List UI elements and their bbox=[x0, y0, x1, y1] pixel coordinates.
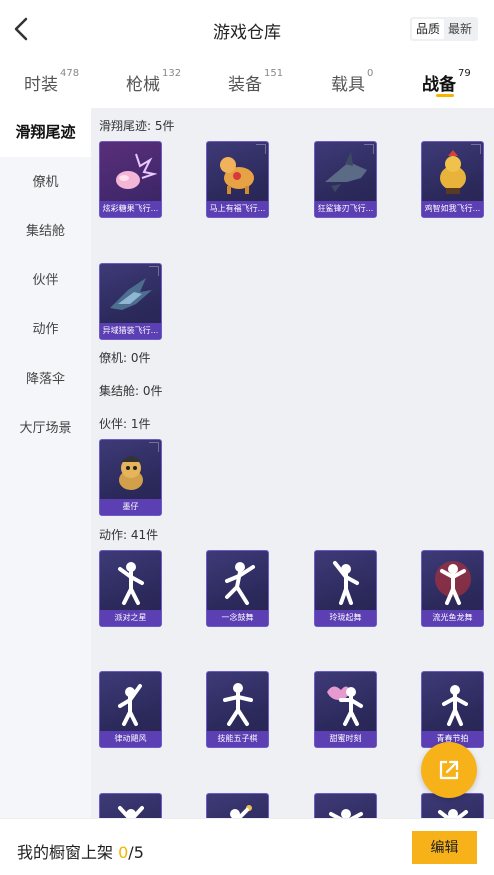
tab-label: 枪械 bbox=[126, 75, 160, 95]
item-grid: 滑翔尾迹: 5件 炫彩糖果飞行... 马上有福飞行... 狂鲨锋刃飞行... 鸡… bbox=[91, 108, 494, 818]
sidebar-item-glide-trail[interactable]: 滑翔尾迹 bbox=[0, 108, 91, 157]
dancer-icon bbox=[327, 686, 363, 726]
section-label-partner: 伙伴: 1件 bbox=[99, 417, 151, 431]
header: 游戏仓库 品质 最新 bbox=[0, 0, 494, 58]
item-caption: 律动飓风 bbox=[100, 731, 161, 747]
tab-equipment[interactable]: 装备151 bbox=[228, 68, 284, 95]
tab-label: 时装 bbox=[24, 75, 58, 95]
dancer-icon bbox=[438, 809, 468, 818]
sidebar: 滑翔尾迹 僚机 集结舱 伙伴 动作 降落伞 大厅场景 bbox=[0, 108, 91, 818]
item-card[interactable] bbox=[314, 793, 377, 818]
item-caption: 墨仔 bbox=[100, 499, 161, 515]
item-card[interactable]: 技能五子棋 bbox=[206, 671, 269, 748]
category-tabs: 时装478 枪械132 装备151 载具0 战备79 bbox=[0, 58, 494, 108]
edit-button[interactable]: 编辑 bbox=[412, 831, 477, 864]
item-card[interactable]: 一念鼓舞 bbox=[206, 550, 269, 627]
sidebar-item-parachute[interactable]: 降落伞 bbox=[0, 355, 91, 404]
tab-label: 装备 bbox=[228, 75, 262, 95]
section-label-capsule: 集结舱: 0件 bbox=[99, 384, 163, 398]
section-label-wingman: 僚机: 0件 bbox=[99, 351, 151, 365]
item-card[interactable] bbox=[206, 793, 269, 818]
item-card[interactable]: 异域猎装飞行... bbox=[99, 263, 162, 340]
tab-count: 151 bbox=[264, 68, 284, 80]
dancer-icon bbox=[118, 806, 144, 818]
sidebar-item-wingman[interactable]: 僚机 bbox=[0, 158, 91, 207]
shark-blade-icon bbox=[325, 152, 367, 192]
sidebar-item-emote[interactable]: 动作 bbox=[0, 305, 91, 354]
item-caption: 玲珑起舞 bbox=[315, 610, 376, 626]
showcase-current-count: 0 bbox=[118, 843, 129, 862]
dancer-icon bbox=[118, 684, 142, 726]
item-card[interactable]: 派对之星 bbox=[99, 550, 162, 627]
item-card[interactable]: 马上有福飞行... bbox=[206, 141, 269, 218]
showcase-total: /5 bbox=[128, 843, 144, 862]
tab-label: 载具 bbox=[331, 75, 365, 95]
active-tab-indicator bbox=[436, 94, 454, 97]
item-caption: 炫彩糖果飞行... bbox=[100, 201, 161, 217]
tab-label: 战备 bbox=[422, 75, 456, 95]
sidebar-item-partner[interactable]: 伙伴 bbox=[0, 256, 91, 305]
sort-quality-option[interactable]: 品质 bbox=[411, 19, 444, 39]
item-card[interactable]: 炫彩糖果飞行... bbox=[99, 141, 162, 218]
chicken-icon bbox=[440, 150, 466, 194]
dancer-icon bbox=[118, 562, 144, 605]
item-card[interactable]: 鸡智如我飞行... bbox=[421, 141, 484, 218]
tab-guns[interactable]: 枪械132 bbox=[126, 68, 182, 95]
tab-count: 478 bbox=[60, 68, 80, 80]
item-card[interactable]: 墨仔 bbox=[99, 439, 162, 516]
tab-fashion[interactable]: 时装478 bbox=[24, 68, 80, 95]
item-caption: 流光鱼龙舞 bbox=[422, 610, 483, 626]
sort-toggle[interactable]: 品质 最新 bbox=[409, 17, 478, 41]
section-label-glide-trail: 滑翔尾迹: 5件 bbox=[99, 119, 175, 133]
sidebar-item-capsule[interactable]: 集结舱 bbox=[0, 207, 91, 256]
dancer-icon bbox=[435, 561, 471, 605]
tab-vehicles[interactable]: 载具0 bbox=[331, 68, 374, 95]
item-card[interactable]: 律动飓风 bbox=[99, 671, 162, 748]
dancer-icon bbox=[333, 561, 359, 605]
item-caption: 一念鼓舞 bbox=[207, 610, 268, 626]
dancer-icon bbox=[223, 683, 253, 726]
tab-count: 132 bbox=[162, 68, 182, 80]
lucky-horse-icon bbox=[220, 157, 254, 194]
item-card[interactable]: 甜蜜时刻 bbox=[314, 671, 377, 748]
item-caption: 甜蜜时刻 bbox=[315, 731, 376, 747]
showcase-status: 我的橱窗上架 0/5 bbox=[17, 839, 144, 863]
share-external-icon bbox=[439, 760, 459, 780]
item-card[interactable]: 狂鲨锋刃飞行... bbox=[314, 141, 377, 218]
partner-pet-icon bbox=[119, 456, 143, 490]
item-card[interactable] bbox=[99, 793, 162, 818]
item-caption: 技能五子棋 bbox=[207, 731, 268, 747]
item-caption: 派对之星 bbox=[100, 610, 161, 626]
sidebar-item-lobby-scene[interactable]: 大厅场景 bbox=[0, 404, 91, 453]
item-card[interactable]: 玲珑起舞 bbox=[314, 550, 377, 627]
exotic-wing-icon bbox=[110, 278, 152, 310]
tab-battle-prep[interactable]: 战备79 bbox=[422, 68, 471, 95]
item-caption: 狂鲨锋刃飞行... bbox=[315, 201, 376, 217]
sort-newest-option[interactable]: 最新 bbox=[444, 19, 476, 39]
dancer-icon bbox=[329, 809, 363, 818]
tab-count: 79 bbox=[458, 68, 471, 80]
dancer-icon bbox=[442, 685, 468, 726]
dancer-icon bbox=[230, 805, 252, 818]
item-caption: 异域猎装飞行... bbox=[100, 323, 161, 339]
tab-count: 0 bbox=[367, 68, 374, 80]
item-caption: 马上有福飞行... bbox=[207, 201, 268, 217]
showcase-label: 我的橱窗上架 bbox=[17, 843, 114, 862]
item-caption: 鸡智如我飞行... bbox=[422, 201, 483, 217]
share-button[interactable] bbox=[421, 742, 477, 798]
item-card[interactable]: 流光鱼龙舞 bbox=[421, 550, 484, 627]
showcase-bar: 我的橱窗上架 0/5 编辑 bbox=[0, 818, 494, 875]
item-card[interactable]: 青春节拍 bbox=[421, 671, 484, 748]
dancer-icon bbox=[225, 562, 255, 605]
candy-trail-icon bbox=[116, 153, 157, 189]
section-label-emote: 动作: 41件 bbox=[99, 528, 159, 542]
